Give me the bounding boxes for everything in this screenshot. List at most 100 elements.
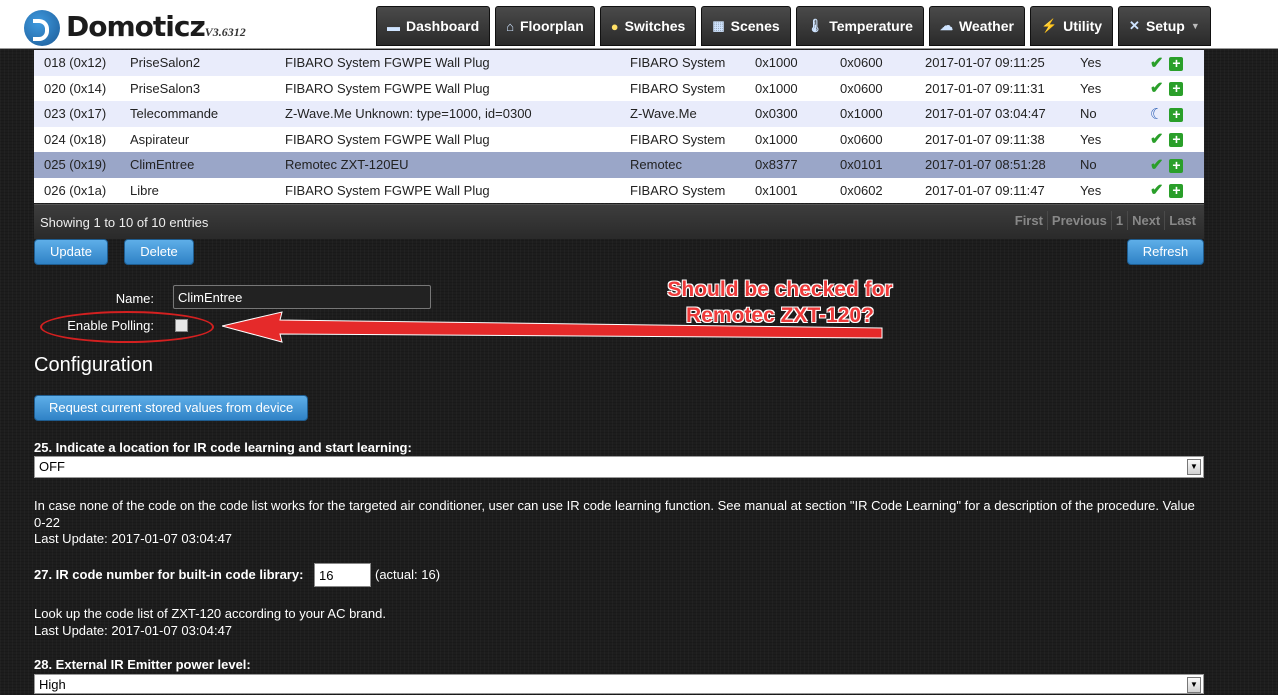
nav-scenes[interactable]: ▦ Scenes <box>701 6 791 46</box>
main-nav: ▬ Dashboard ⌂ Floorplan ● Switches ▦ Scenes … <box>376 6 1211 48</box>
param-28-title: 28. External IR Emitter power level: <box>34 657 251 672</box>
param-27-input[interactable] <box>314 563 371 587</box>
pager-first[interactable]: First <box>1011 211 1047 230</box>
cell-last-seen: 2017-01-07 09:11:47 <box>925 177 1080 203</box>
table-row-selected[interactable]: 025 (0x19) ClimEntree Remotec ZXT-120EU … <box>34 152 1204 178</box>
pager-next[interactable]: Next <box>1127 211 1164 230</box>
house-icon: ⌂ <box>506 18 514 34</box>
cell-last-seen: 2017-01-07 09:11:31 <box>925 75 1080 101</box>
cell-vendor: FIBARO System <box>630 177 755 203</box>
configuration-title: Configuration <box>34 354 153 376</box>
cell-description: FIBARO System FGWPE Wall Plug <box>285 75 630 101</box>
table-footer: Showing 1 to 10 of 10 entries First Prev… <box>34 204 1204 239</box>
cell-id: 0x1000 <box>840 101 925 127</box>
cell-type: 0x1001 <box>755 177 840 203</box>
tools-icon: ✕ <box>1129 18 1140 33</box>
add-icon[interactable]: + <box>1169 132 1184 148</box>
cell-actions: ✔ + <box>1150 126 1204 152</box>
cell-description: Z-Wave.Me Unknown: type=1000, id=0300 <box>285 101 630 127</box>
param-28-value: High <box>39 677 66 692</box>
header: DomoticzV3.6312 ▬ Dashboard ⌂ Floorplan ● S… <box>0 0 1278 49</box>
name-input[interactable] <box>173 285 431 309</box>
annotation-text: Should be checked for Remotec ZXT-120? <box>640 277 920 329</box>
cell-type: 0x0300 <box>755 101 840 127</box>
entries-info: Showing 1 to 10 of 10 entries <box>40 215 209 230</box>
cell-actions: ✔ + <box>1150 50 1204 76</box>
check-icon: ✔ <box>1150 54 1164 72</box>
cell-name: PriseSalon2 <box>130 50 285 76</box>
cell-name: Libre <box>130 177 285 203</box>
cell-node: 024 (0x18) <box>34 126 130 152</box>
nav-floorplan[interactable]: ⌂ Floorplan <box>495 6 595 46</box>
chevron-down-icon: ▼ <box>1187 459 1201 475</box>
monitor-icon: ▬ <box>387 18 400 34</box>
table-row[interactable]: 024 (0x18) Aspirateur FIBARO System FGWP… <box>34 126 1204 152</box>
nav-weather[interactable]: ☁ Weather <box>928 6 1025 46</box>
cell-vendor: FIBARO System <box>630 126 755 152</box>
nav-utility[interactable]: ⚡ Utility <box>1029 6 1114 46</box>
cell-type: 0x1000 <box>755 75 840 101</box>
cell-id: 0x0600 <box>840 126 925 152</box>
param-25-last-update: Last Update: 2017-01-07 03:04:47 <box>34 531 233 546</box>
cell-node: 020 (0x14) <box>34 75 130 101</box>
add-icon[interactable]: + <box>1169 81 1184 97</box>
param-25-description: In case none of the code on the code lis… <box>34 498 1195 530</box>
param-27-actual: (actual: 16) <box>375 567 441 582</box>
pager-previous[interactable]: Previous <box>1046 211 1111 230</box>
cell-actions: ☾ + <box>1150 101 1204 127</box>
cell-state: Yes <box>1080 75 1150 101</box>
cell-name: Telecommande <box>130 101 285 127</box>
request-values-button[interactable]: Request current stored values from devic… <box>34 395 308 421</box>
utility-icon: ⚡ <box>1040 18 1058 33</box>
cell-vendor: FIBARO System <box>630 75 755 101</box>
cell-actions: ✔ + <box>1150 177 1204 203</box>
cell-description: FIBARO System FGWPE Wall Plug <box>285 177 630 203</box>
add-icon[interactable]: + <box>1169 56 1184 71</box>
add-icon[interactable]: + <box>1169 107 1184 122</box>
add-icon[interactable]: + <box>1169 183 1184 199</box>
cell-node: 026 (0x1a) <box>34 177 130 203</box>
table-row[interactable]: 020 (0x14) PriseSalon3 FIBARO System FGW… <box>34 75 1204 101</box>
cell-name: PriseSalon3 <box>130 75 285 101</box>
cell-state: Yes <box>1080 50 1150 76</box>
nav-switches[interactable]: ● Switches <box>599 6 697 46</box>
cell-vendor: Remotec <box>630 152 755 178</box>
pager-page-1[interactable]: 1 <box>1110 211 1127 230</box>
param-27-last-update: Last Update: 2017-01-07 03:04:47 <box>34 623 233 638</box>
domoticz-logo-icon <box>24 10 60 46</box>
device-table: 018 (0x12) PriseSalon2 FIBARO System FGW… <box>34 50 1204 203</box>
cell-state: No <box>1080 101 1150 127</box>
param-25-title: 25. Indicate a location for IR code lear… <box>34 440 412 455</box>
delete-button[interactable]: Delete <box>124 239 194 265</box>
cell-type: 0x8377 <box>755 152 840 178</box>
check-icon: ✔ <box>1150 182 1164 200</box>
nav-dashboard[interactable]: ▬ Dashboard <box>376 6 491 46</box>
check-icon: ✔ <box>1150 156 1164 174</box>
param-27-description: Look up the code list of ZXT-120 accordi… <box>34 606 386 621</box>
cloud-icon: ☁ <box>939 18 953 33</box>
table-row[interactable]: 018 (0x12) PriseSalon2 FIBARO System FGW… <box>34 50 1204 76</box>
cell-node: 025 (0x19) <box>34 152 130 178</box>
table-row[interactable]: 023 (0x17) Telecommande Z-Wave.Me Unknow… <box>34 101 1204 127</box>
annotation-ellipse <box>40 311 214 343</box>
table-row[interactable]: 026 (0x1a) Libre FIBARO System FGWPE Wal… <box>34 177 1204 203</box>
annotation-line-1: Should be checked for <box>667 278 893 301</box>
pager-last[interactable]: Last <box>1164 211 1200 230</box>
cell-description: FIBARO System FGWPE Wall Plug <box>285 126 630 152</box>
param-28-select[interactable]: High ▼ <box>34 674 1204 694</box>
nav-temperature[interactable]: 🌡 Temperature <box>795 6 924 46</box>
param-25-value: OFF <box>39 459 65 474</box>
cell-actions: ✔ + <box>1150 75 1204 101</box>
refresh-button[interactable]: Refresh <box>1127 239 1204 265</box>
update-button[interactable]: Update <box>34 239 108 265</box>
nav-setup[interactable]: ✕ Setup ▼ <box>1118 6 1211 46</box>
moon-icon: ☾ <box>1150 105 1164 123</box>
check-icon: ✔ <box>1150 80 1164 98</box>
param-25-select[interactable]: OFF ▼ <box>34 456 1204 478</box>
add-icon[interactable]: + <box>1169 158 1184 173</box>
cell-description: Remotec ZXT-120EU <box>285 152 630 178</box>
app-title: DomoticzV3.6312 <box>66 10 246 43</box>
cell-id: 0x0600 <box>840 75 925 101</box>
app-version: V3.6312 <box>204 25 246 39</box>
check-icon: ✔ <box>1150 131 1164 149</box>
